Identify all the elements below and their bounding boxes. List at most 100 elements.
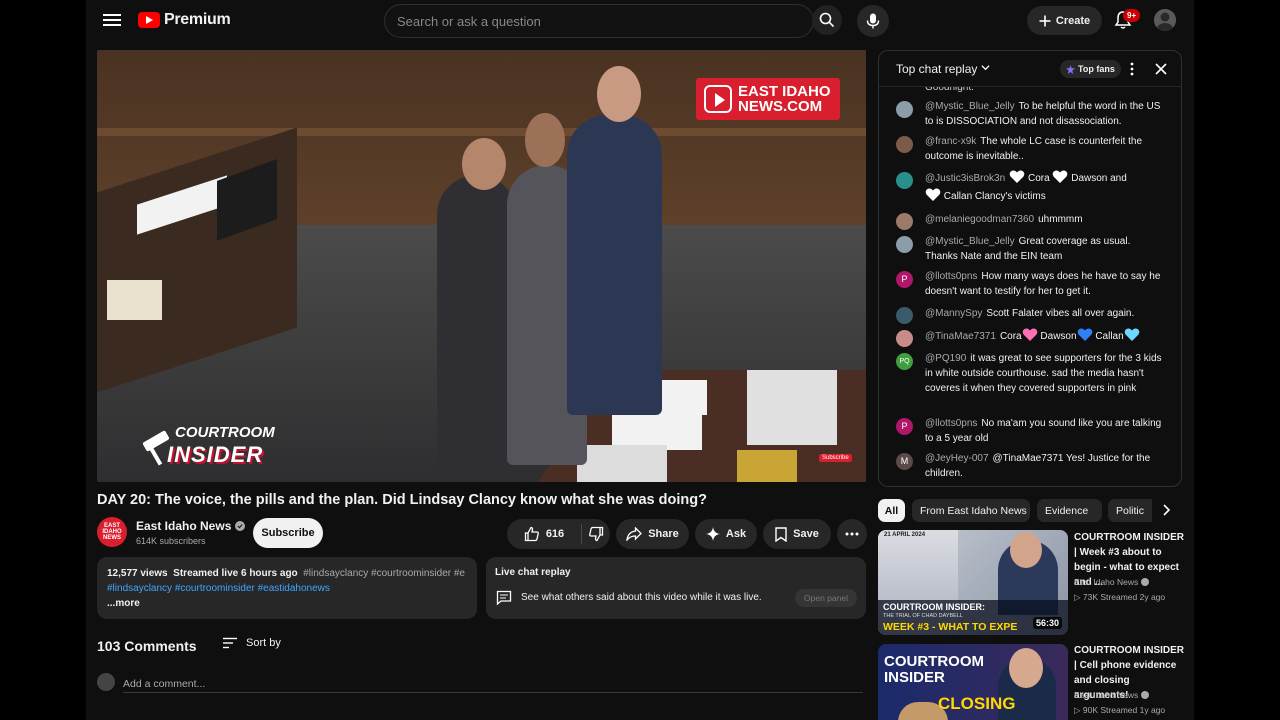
channel-avatar[interactable]: EAST IDAHO NEWS bbox=[97, 517, 127, 547]
thumb-text-1: COURTROOM bbox=[884, 653, 984, 670]
sort-comments-button[interactable]: Sort by bbox=[222, 637, 281, 649]
chip-politics[interactable]: Politic bbox=[1108, 499, 1152, 522]
ask-button[interactable]: Ask bbox=[695, 519, 757, 549]
account-avatar[interactable] bbox=[1154, 9, 1176, 31]
voice-search-button[interactable] bbox=[857, 5, 889, 37]
chat-message: @PQ190 it was great to see supporters for… bbox=[925, 351, 1163, 396]
chat-author[interactable]: @llotts0pns bbox=[925, 271, 977, 282]
chat-author[interactable]: @Justic3isBrok3n bbox=[925, 173, 1005, 184]
chip-from-east-idaho-news[interactable]: From East Idaho News bbox=[912, 499, 1030, 522]
add-comment-input[interactable] bbox=[123, 675, 863, 693]
chat-avatar[interactable] bbox=[896, 101, 913, 118]
evidence-paper bbox=[612, 410, 702, 450]
chat-mode-selector[interactable]: Top chat replay bbox=[896, 62, 977, 76]
youtube-premium-logo[interactable]: Premium bbox=[138, 11, 231, 29]
chat-message: @melaniegoodman7360 uhmmmm bbox=[925, 212, 1163, 227]
dislike-button[interactable] bbox=[582, 519, 610, 549]
chat-message: @Mystic_Blue_Jelly Great coverage as usua… bbox=[925, 234, 1163, 264]
more-vertical-icon[interactable] bbox=[1126, 61, 1138, 77]
subscriber-count: 614K subscribers bbox=[136, 536, 206, 546]
chevron-down-icon[interactable] bbox=[981, 63, 990, 72]
person-right bbox=[567, 115, 662, 415]
light-blue-heart-icon bbox=[1124, 328, 1139, 341]
search-input[interactable] bbox=[385, 5, 765, 37]
evidence-photo bbox=[577, 445, 667, 482]
chat-author[interactable]: @JeyHey-007 bbox=[925, 453, 989, 464]
chat-text: Scott Falater vibes all over again. bbox=[986, 308, 1135, 319]
top-fans-button[interactable]: Top fans bbox=[1060, 60, 1121, 78]
channel-label: East Idaho News bbox=[1074, 690, 1139, 700]
chat-author[interactable]: @franc-x9k bbox=[925, 136, 976, 147]
chat-avatar[interactable] bbox=[896, 136, 913, 153]
chat-avatar[interactable]: P bbox=[896, 418, 913, 435]
chat-author[interactable]: @MannySpy bbox=[925, 308, 982, 319]
chat-author[interactable]: @Mystic_Blue_Jelly bbox=[925, 101, 1015, 112]
recommendation-thumbnail[interactable]: COURTROOM INSIDER CLOSING bbox=[878, 644, 1068, 720]
chat-text: Cora bbox=[999, 331, 1022, 342]
channel-name-row[interactable]: East Idaho News bbox=[136, 519, 246, 533]
chat-author[interactable]: @PQ190 bbox=[925, 353, 966, 364]
chat-message: @JeyHey-007 @TinaMae7371 Yes! Justice for… bbox=[925, 451, 1163, 481]
sort-icon bbox=[223, 637, 237, 649]
chevron-right-icon[interactable] bbox=[1158, 502, 1174, 518]
more-actions-button[interactable] bbox=[837, 519, 867, 549]
show-more-link[interactable]: ...more bbox=[107, 596, 467, 611]
chat-avatar[interactable] bbox=[896, 172, 913, 189]
chat-author[interactable]: @melaniegoodman7360 bbox=[925, 214, 1034, 225]
chat-message: @MannySpy Scott Falater vibes all over ag… bbox=[925, 306, 1163, 321]
recommendation-thumbnail[interactable]: 21 APRIL 2024 COURTROOM INSIDER: THE TRI… bbox=[878, 530, 1068, 635]
video-player[interactable]: EAST IDAHO NEWS.COM COURTROOM INSIDER Su… bbox=[97, 50, 866, 482]
hashtags[interactable]: #lindsayclancy #courtroominsider #e bbox=[303, 568, 465, 579]
thumbs-up-icon bbox=[524, 526, 539, 542]
chat-avatar[interactable]: P bbox=[896, 271, 913, 288]
avatar-image bbox=[1154, 9, 1176, 31]
chat-author[interactable]: @Mystic_Blue_Jelly bbox=[925, 236, 1015, 247]
search-button[interactable] bbox=[812, 5, 842, 35]
chat-bubble-icon bbox=[496, 590, 512, 606]
sparkle-icon bbox=[705, 527, 720, 541]
person-left-head bbox=[462, 138, 506, 190]
open-panel-button[interactable]: Open panel bbox=[795, 589, 857, 607]
description-box[interactable]: 12,577 views Streamed live 6 hours ago #… bbox=[97, 557, 477, 619]
views-icon: ▷ bbox=[1074, 705, 1083, 715]
share-button[interactable]: Share bbox=[616, 519, 689, 549]
notification-count-badge: 9+ bbox=[1123, 9, 1141, 22]
chat-avatar[interactable]: PQ bbox=[896, 353, 913, 370]
verified-badge-icon bbox=[235, 521, 246, 531]
recommendation-meta: ▷ 73K Streamed 2y ago bbox=[1074, 592, 1165, 603]
chat-text: uhmmmm bbox=[1038, 214, 1083, 225]
courtroom-insider-brand: COURTROOM INSIDER bbox=[137, 422, 277, 472]
chat-avatar[interactable] bbox=[896, 330, 913, 347]
play-logo-icon bbox=[704, 85, 732, 113]
plus-icon bbox=[1039, 15, 1051, 26]
chat-avatar[interactable]: M bbox=[896, 453, 913, 470]
like-button[interactable]: 616 bbox=[507, 519, 581, 549]
chat-avatar[interactable] bbox=[896, 236, 913, 253]
subscribe-watermark[interactable]: Subscribe bbox=[819, 454, 852, 462]
video-title: DAY 20: The voice, the pills and the pla… bbox=[97, 492, 707, 508]
hamburger-menu-icon[interactable] bbox=[102, 11, 122, 29]
chat-messages: Goodnight. @Mystic_Blue_Jelly To be helpf… bbox=[879, 87, 1181, 486]
view-count: 12,577 views bbox=[107, 568, 168, 579]
close-icon[interactable] bbox=[1154, 62, 1168, 76]
courtroom-rail bbox=[97, 128, 866, 136]
chat-author[interactable]: @TinaMae7371 bbox=[925, 331, 996, 342]
subscribe-button[interactable]: Subscribe bbox=[253, 518, 323, 548]
chat-header: Top chat replay Top fans bbox=[879, 51, 1181, 87]
channel-name[interactable]: East Idaho News bbox=[136, 519, 231, 533]
hashtag-links[interactable]: #lindsayclancy #courtroominsider #eastid… bbox=[107, 581, 467, 596]
sort-label: Sort by bbox=[246, 637, 281, 649]
chat-avatar[interactable] bbox=[896, 213, 913, 230]
chip-evidence[interactable]: Evidence bbox=[1037, 499, 1102, 522]
recommendation-channel[interactable]: East Idaho News bbox=[1074, 577, 1150, 587]
thumb-text-3: CLOSING bbox=[938, 694, 1016, 713]
save-button[interactable]: Save bbox=[763, 519, 831, 549]
logo-line-2: NEWS.COM bbox=[738, 98, 823, 115]
create-button[interactable]: Create bbox=[1027, 6, 1102, 35]
chat-avatar[interactable] bbox=[896, 307, 913, 324]
chat-author[interactable]: @llotts0pns bbox=[925, 418, 977, 429]
channel-label: East Idaho News bbox=[1074, 577, 1139, 587]
chip-all[interactable]: All bbox=[878, 499, 905, 522]
recommendation-channel[interactable]: East Idaho News bbox=[1074, 690, 1150, 700]
verified-badge-icon bbox=[1141, 691, 1150, 699]
